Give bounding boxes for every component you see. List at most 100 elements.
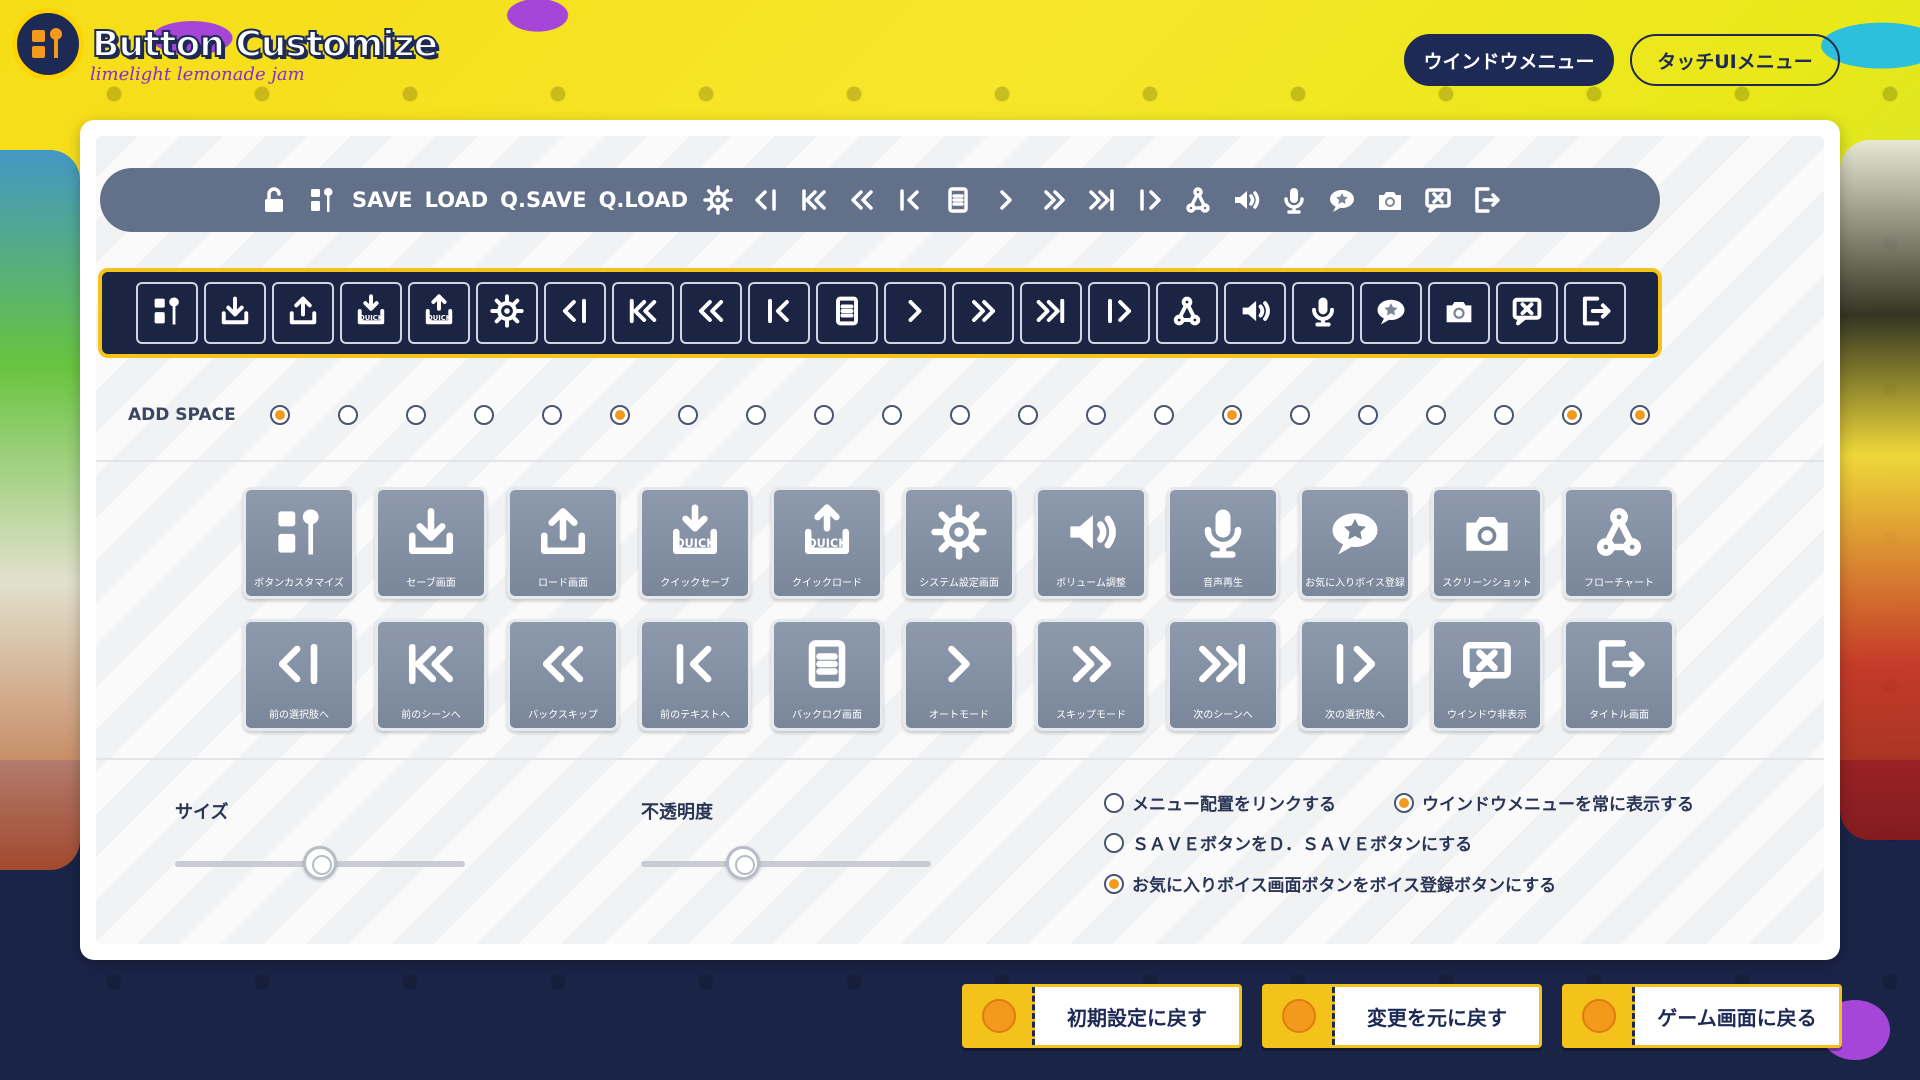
palette-tile-camera[interactable]: スクリーンショット [1431,487,1543,599]
palette-tile-microphone[interactable]: 音声再生 [1167,487,1279,599]
slot-7[interactable] [544,282,606,344]
palette-tile-volume[interactable]: ボリューム調整 [1035,487,1147,599]
add-space-radio-1[interactable] [270,405,290,425]
option-radio[interactable] [1394,792,1414,813]
flowchart-icon[interactable] [1178,180,1218,220]
option-radio[interactable] [1104,792,1124,813]
opacity-slider-track[interactable] [641,861,931,867]
back-skip-icon[interactable] [842,180,882,220]
camera-icon[interactable] [1370,180,1410,220]
slot-20[interactable] [1428,282,1490,344]
auto-icon[interactable] [986,180,1026,220]
favorite-voice-icon[interactable] [1322,180,1362,220]
add-space-radio-12[interactable] [1018,405,1038,425]
palette-tile-save[interactable]: セーブ画面 [375,487,487,599]
option-save-to-dsave[interactable]: ＳＡＶＥボタンをＤ．ＳＡＶＥボタンにする [1104,830,1472,855]
palette-tile-back-skip[interactable]: バックスキップ [507,619,619,731]
slot-4[interactable]: QUICK [340,282,402,344]
add-space-radio-11[interactable] [950,405,970,425]
add-space-radio-2[interactable] [338,405,358,425]
slot-16[interactable] [1156,282,1218,344]
slot-2[interactable] [204,282,266,344]
slot-14[interactable] [1020,282,1082,344]
preview-load-button[interactable]: LOAD [423,180,491,220]
palette-tile-quick-save[interactable]: QUICK クイックセーブ [639,487,751,599]
tab-touch-ui-menu[interactable]: タッチUIメニュー [1630,34,1840,86]
button-customize-icon[interactable] [302,180,342,220]
size-slider-knob[interactable] [303,846,337,880]
slot-21[interactable] [1496,282,1558,344]
prev-text-icon[interactable] [890,180,930,220]
add-space-radio-13[interactable] [1086,405,1106,425]
backlog-icon[interactable] [938,180,978,220]
palette-tile-flowchart[interactable]: フローチャート [1563,487,1675,599]
slot-19[interactable] [1360,282,1422,344]
add-space-radio-21[interactable] [1630,405,1650,425]
slot-12[interactable] [884,282,946,344]
slot-8[interactable] [612,282,674,344]
return-to-game-button[interactable]: ゲーム画面に戻る [1562,984,1842,1048]
add-space-radio-17[interactable] [1358,405,1378,425]
tab-window-menu[interactable]: ウインドウメニュー [1404,34,1614,86]
slot-5[interactable]: QUICK [408,282,470,344]
preview-qsave-button[interactable]: Q.SAVE [498,180,588,220]
palette-tile-prev-scene[interactable]: 前のシーンへ [375,619,487,731]
slot-11[interactable] [816,282,878,344]
reset-defaults-button[interactable]: 初期設定に戻す [962,984,1242,1048]
next-choice-icon[interactable] [1130,180,1170,220]
add-space-radio-3[interactable] [406,405,426,425]
option-always-show-window-menu[interactable]: ウインドウメニューを常に表示する [1394,790,1694,815]
slot-3[interactable] [272,282,334,344]
palette-tile-backlog[interactable]: バックログ画面 [771,619,883,731]
slot-15[interactable] [1088,282,1150,344]
slot-1[interactable] [136,282,198,344]
exit-title-icon[interactable] [1466,180,1506,220]
palette-tile-button-customize[interactable]: ボタンカスタマイズ [243,487,355,599]
palette-tile-gear[interactable]: システム設定画面 [903,487,1015,599]
slot-6[interactable] [476,282,538,344]
opacity-slider-knob[interactable] [725,846,760,880]
add-space-radio-16[interactable] [1290,405,1310,425]
skip-icon[interactable] [1034,180,1074,220]
slot-9[interactable] [680,282,742,344]
slot-22[interactable] [1564,282,1626,344]
slot-13[interactable] [952,282,1014,344]
slot-10[interactable] [748,282,810,344]
lock-open-icon[interactable] [254,180,294,220]
prev-scene-icon[interactable] [794,180,834,220]
palette-tile-skip[interactable]: スキップモード [1035,619,1147,731]
add-space-radio-9[interactable] [814,405,834,425]
option-radio[interactable] [1104,873,1124,894]
palette-tile-auto[interactable]: オートモード [903,619,1015,731]
add-space-radio-4[interactable] [474,405,494,425]
add-space-radio-6[interactable] [610,405,630,425]
palette-tile-next-scene[interactable]: 次のシーンへ [1167,619,1279,731]
add-space-radio-15[interactable] [1222,405,1242,425]
preview-qload-button[interactable]: Q.LOAD [597,180,690,220]
add-space-radio-7[interactable] [678,405,698,425]
slot-18[interactable] [1292,282,1354,344]
option-link-menu-layout[interactable]: メニュー配置をリンクする [1104,790,1336,815]
palette-tile-prev-choice[interactable]: 前の選択肢へ [243,619,355,731]
palette-tile-exit-title[interactable]: タイトル画面 [1563,619,1675,731]
add-space-radio-5[interactable] [542,405,562,425]
next-scene-icon[interactable] [1082,180,1122,220]
slot-17[interactable] [1224,282,1286,344]
palette-tile-load[interactable]: ロード画面 [507,487,619,599]
preview-save-button[interactable]: SAVE [350,180,415,220]
add-space-radio-8[interactable] [746,405,766,425]
add-space-radio-19[interactable] [1494,405,1514,425]
gear-icon[interactable] [698,180,738,220]
undo-changes-button[interactable]: 変更を元に戻す [1262,984,1542,1048]
palette-tile-hide-window[interactable]: ウインドウ非表示 [1431,619,1543,731]
prev-choice-icon[interactable] [746,180,786,220]
palette-tile-prev-text[interactable]: 前のテキストへ [639,619,751,731]
add-space-radio-18[interactable] [1426,405,1446,425]
hide-window-icon[interactable] [1418,180,1458,220]
volume-icon[interactable] [1226,180,1266,220]
palette-tile-favorite-voice[interactable]: お気に入りボイス登録 [1299,487,1411,599]
add-space-radio-20[interactable] [1562,405,1582,425]
add-space-radio-10[interactable] [882,405,902,425]
palette-tile-next-choice[interactable]: 次の選択肢へ [1299,619,1411,731]
option-favorite-voice-button[interactable]: お気に入りボイス画面ボタンをボイス登録ボタンにする [1104,871,1556,896]
